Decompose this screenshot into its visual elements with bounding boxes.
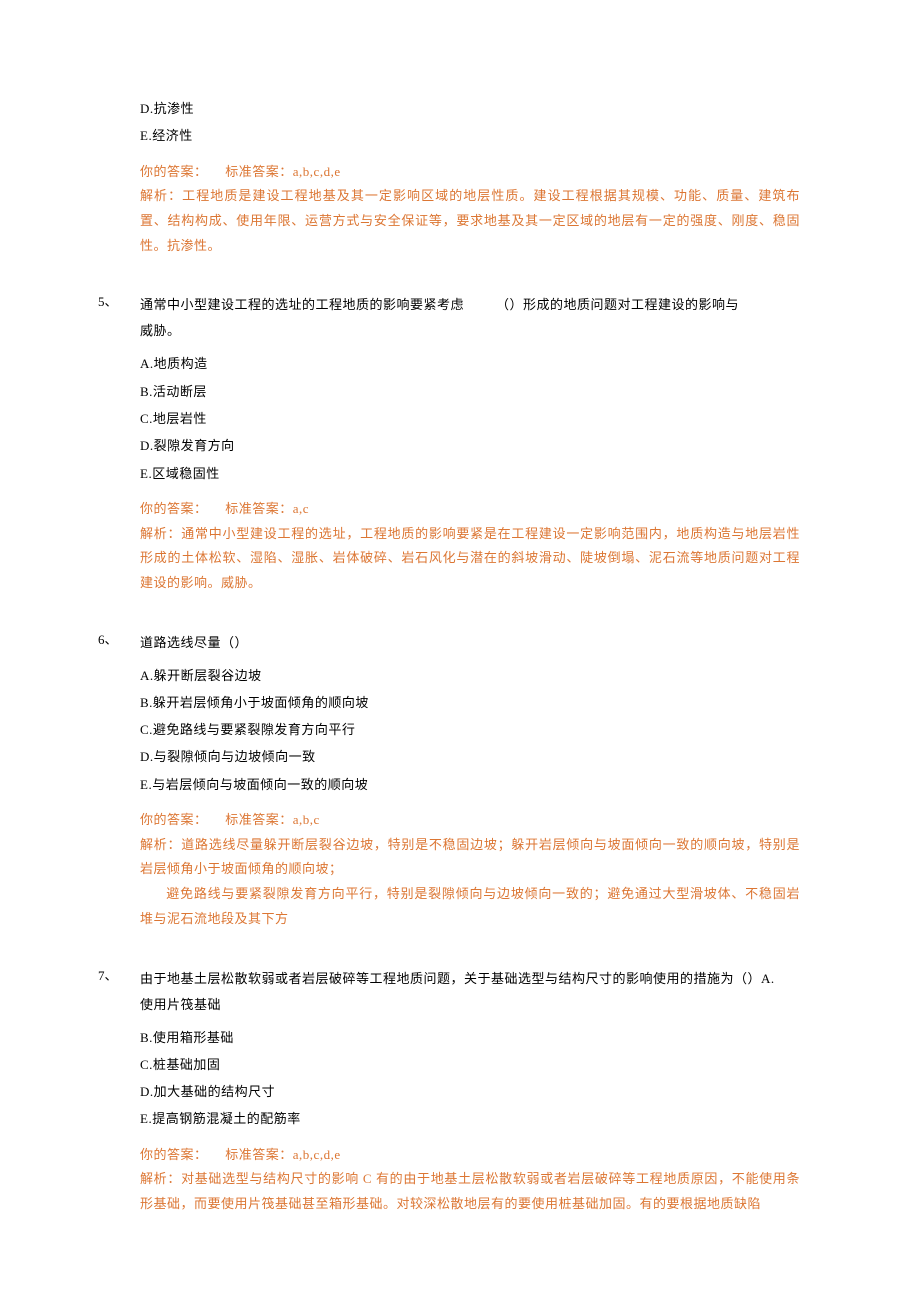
- q7-option-c: C.桩基础加固: [140, 1051, 800, 1078]
- explanation-label: 解析：: [140, 526, 181, 541]
- q5-option-a: A.地质构造: [140, 350, 800, 377]
- std-answer-value: a,b,c: [293, 812, 320, 827]
- q5-option-b: B.活动断层: [140, 378, 800, 405]
- q6-option-e: E.与岩层倾向与坡面倾向一致的顺向坡: [140, 771, 800, 798]
- explanation-label: 解析：: [140, 1171, 181, 1186]
- q4-option-d: D.抗渗性: [140, 95, 800, 122]
- explanation-label: 解析：: [140, 837, 181, 852]
- q7-option-d: D.加大基础的结构尺寸: [140, 1078, 800, 1105]
- q5-stem: 通常中小型建设工程的选址的工程地质的影响要紧考虑（）形成的地质问题对工程建设的影…: [140, 292, 800, 344]
- std-answer-label: 标准答案：: [225, 497, 293, 522]
- your-answer-label: 你的答案：: [140, 497, 208, 522]
- q5-explanation: 解析：通常中小型建设工程的选址，工程地质的影响要紧是在工程建设一定影响范围内，地…: [140, 522, 800, 596]
- q7-option-e: E.提高钢筋混凝土的配筋率: [140, 1105, 800, 1132]
- q4-option-e: E.经济性: [140, 122, 800, 149]
- q5-number: 5、: [98, 292, 128, 312]
- q7-explanation: 解析：对基础选型与结构尺寸的影响 C 有的由于地基土层松散软弱或者岩层破碎等工程…: [140, 1167, 800, 1216]
- std-answer-value: a,b,c,d,e: [293, 1147, 341, 1162]
- q6-stem: 道路选线尽量（）: [140, 630, 800, 656]
- q5-option-e: E.区域稳固性: [140, 460, 800, 487]
- q7-option-b: B.使用箱形基础: [140, 1024, 800, 1051]
- q6-option-c: C.避免路线与要紧裂隙发育方向平行: [140, 716, 800, 743]
- q5-option-d: D.裂隙发育方向: [140, 432, 800, 459]
- q7-answer-row: 你的答案： 标准答案：a,b,c,d,e: [140, 1143, 800, 1168]
- question-6: 6、 道路选线尽量（） A.躲开断层裂谷边坡 B.躲开岩层倾角小于坡面倾角的顺向…: [140, 630, 800, 932]
- q6-explanation: 解析：道路选线尽量躲开断层裂谷边坡，特别是不稳固边坡；躲开岩层倾向与坡面倾向一致…: [140, 833, 800, 932]
- q7-stem: 由于地基土层松散软弱或者岩层破碎等工程地质问题，关于基础选型与结构尺寸的影响使用…: [140, 966, 800, 1018]
- q7-number: 7、: [98, 966, 128, 986]
- question-5: 5、 通常中小型建设工程的选址的工程地质的影响要紧考虑（）形成的地质问题对工程建…: [140, 292, 800, 595]
- q6-number: 6、: [98, 630, 128, 650]
- your-answer-label: 你的答案：: [140, 808, 208, 833]
- std-answer-value: a,c: [293, 501, 309, 516]
- your-answer-label: 你的答案：: [140, 1143, 208, 1168]
- std-answer-label: 标准答案：: [225, 808, 293, 833]
- std-answer-value: a,b,c,d,e: [293, 164, 341, 179]
- q6-option-a: A.躲开断层裂谷边坡: [140, 662, 800, 689]
- q6-option-b: B.躲开岩层倾角小于坡面倾角的顺向坡: [140, 689, 800, 716]
- q5-option-c: C.地层岩性: [140, 405, 800, 432]
- question-7: 7、 由于地基土层松散软弱或者岩层破碎等工程地质问题，关于基础选型与结构尺寸的影…: [140, 966, 800, 1217]
- your-answer-label: 你的答案：: [140, 160, 208, 185]
- std-answer-label: 标准答案：: [225, 1143, 293, 1168]
- explanation-label: 解析：: [140, 188, 182, 203]
- q5-answer-row: 你的答案： 标准答案：a,c: [140, 497, 800, 522]
- q4-answer-row: 你的答案： 标准答案：a,b,c,d,e: [140, 160, 800, 185]
- q4-explanation: 解析：工程地质是建设工程地基及其一定影响区域的地层性质。建设工程根据其规模、功能…: [140, 184, 800, 258]
- std-answer-label: 标准答案：: [225, 160, 293, 185]
- q6-answer-row: 你的答案： 标准答案：a,b,c: [140, 808, 800, 833]
- q6-option-d: D.与裂隙倾向与边坡倾向一致: [140, 743, 800, 770]
